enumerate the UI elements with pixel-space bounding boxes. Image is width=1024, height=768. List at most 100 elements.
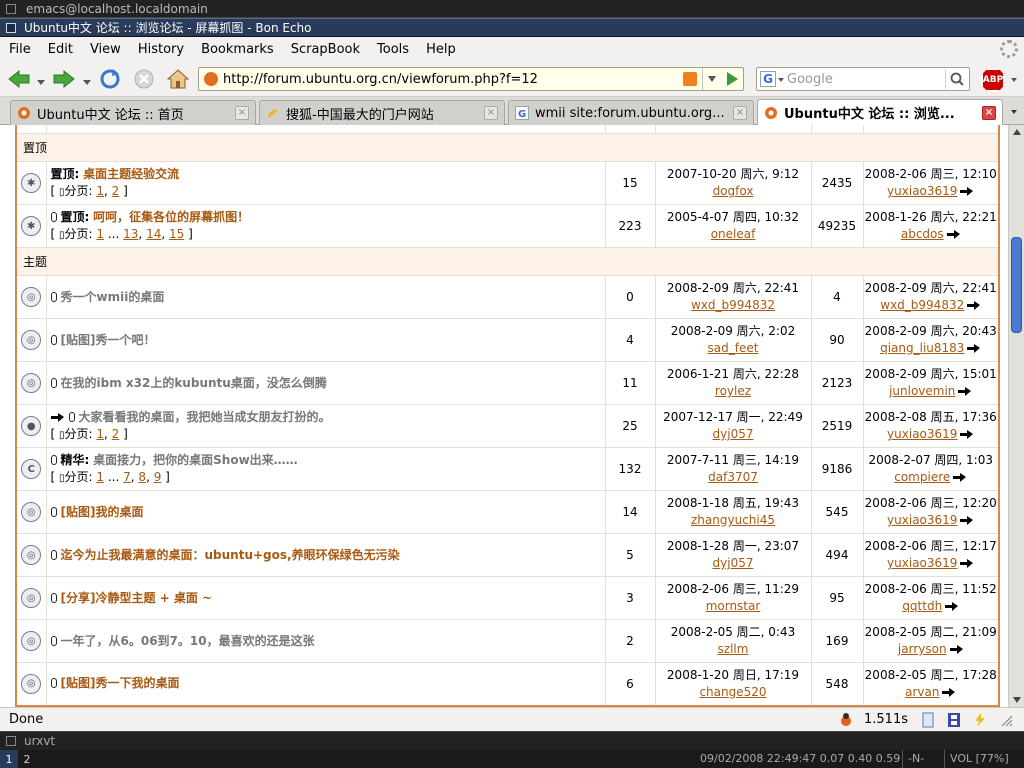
adblock-plus-button[interactable]: ABP	[981, 68, 1005, 92]
vertical-scrollbar[interactable]	[1008, 125, 1024, 707]
menu-history[interactable]: History	[129, 42, 192, 57]
rss-feed-icon[interactable]	[683, 72, 697, 86]
page-link[interactable]: 1	[96, 227, 104, 241]
page-link[interactable]: 1	[96, 184, 104, 198]
url-history-dropdown[interactable]	[708, 76, 716, 82]
menu-view[interactable]: View	[81, 42, 129, 57]
goto-last-post-icon[interactable]	[958, 387, 972, 396]
page-link[interactable]: 2	[112, 427, 120, 441]
topic-title-link[interactable]: [贴图]秀一个吧！	[61, 333, 156, 347]
goto-last-post-icon[interactable]	[960, 430, 974, 439]
goto-last-post-icon[interactable]	[967, 301, 981, 310]
page-link[interactable]: 7	[123, 470, 131, 484]
topic-author-link[interactable]: change520	[699, 685, 766, 699]
scroll-down-arrow-icon[interactable]	[1013, 697, 1021, 703]
topic-author-link[interactable]: dogfox	[713, 184, 754, 198]
topic-author-link[interactable]: mornstar	[706, 599, 761, 613]
menu-tools[interactable]: Tools	[368, 42, 417, 57]
last-post-user-link[interactable]: yuxiao3619	[887, 513, 957, 527]
page-link[interactable]: 15	[169, 227, 184, 241]
lightning-icon[interactable]	[972, 712, 988, 728]
goto-last-post-icon[interactable]	[945, 602, 959, 611]
page-link[interactable]: 13	[123, 227, 138, 241]
back-button[interactable]	[6, 67, 32, 91]
topic-author-link[interactable]: zhangyuchi45	[691, 513, 775, 527]
page-link[interactable]: 2	[112, 184, 120, 198]
last-post-user-link[interactable]: compiere	[894, 470, 950, 484]
tab-close-icon[interactable]: ×	[235, 106, 249, 120]
goto-last-post-icon[interactable]	[953, 473, 967, 482]
topic-title-link[interactable]: [分享]冷静型主题 + 桌面 ~	[61, 591, 213, 605]
last-post-user-link[interactable]: yuxiao3619	[887, 556, 957, 570]
go-button[interactable]	[727, 72, 738, 86]
tab-ubuntu-home[interactable]: Ubuntu中文 论坛 :: 首页 ×	[10, 100, 256, 125]
goto-last-post-icon[interactable]	[967, 344, 981, 353]
topic-author-link[interactable]: sad_feet	[708, 341, 759, 355]
engine-dropdown-icon[interactable]	[778, 78, 784, 82]
forward-history-dropdown[interactable]	[83, 75, 91, 85]
page-link[interactable]: 14	[146, 227, 161, 241]
topic-title-link[interactable]: [贴图]我的桌面	[61, 505, 144, 519]
menu-file[interactable]: File	[0, 42, 39, 57]
goto-last-post-icon[interactable]	[960, 559, 974, 568]
topic-author-link[interactable]: dyj057	[713, 556, 754, 570]
film-strip-icon[interactable]	[946, 712, 962, 728]
topic-title-link[interactable]: 迄今为止我最满意的桌面：ubuntu+gos,养眼环保绿色无污染	[61, 548, 400, 562]
goto-last-post-icon[interactable]	[946, 230, 961, 239]
topic-author-link[interactable]: oneleaf	[711, 227, 756, 241]
search-input[interactable]	[787, 70, 937, 88]
topic-title-link[interactable]: 桌面主题经验交流	[83, 167, 179, 181]
page-link[interactable]: 1	[96, 427, 104, 441]
topic-author-link[interactable]: szllm	[718, 642, 749, 656]
topic-title-link[interactable]: 桌面接力，把你的桌面Show出来……	[93, 453, 298, 467]
search-button[interactable]	[945, 69, 967, 89]
topic-title-link[interactable]: 在我的ibm x32上的kubuntu桌面，没怎么倒腾	[61, 376, 327, 390]
tab-close-icon[interactable]: ×	[982, 105, 996, 120]
tab-close-icon[interactable]: ×	[484, 106, 498, 120]
goto-last-post-icon[interactable]	[949, 645, 964, 654]
scroll-up-arrow-icon[interactable]	[1013, 129, 1021, 135]
url-input[interactable]	[223, 70, 673, 88]
last-post-user-link[interactable]: junlovemin	[889, 384, 955, 398]
topic-author-link[interactable]: dyj057	[713, 427, 754, 441]
topic-title-link[interactable]: 秀一个wmii的桌面	[61, 290, 165, 304]
topic-title-link[interactable]: 大家看看我的桌面，我把她当成女朋友打扮的。	[79, 410, 331, 424]
goto-last-post-icon[interactable]	[960, 516, 974, 525]
tab-sohu[interactable]: 搜狐-中国最大的门户网站 ×	[259, 100, 505, 125]
page-link[interactable]: 9	[154, 470, 162, 484]
stop-button[interactable]	[131, 67, 157, 91]
topic-title-link[interactable]: 一年了，从6。06到7。10，最喜欢的还是这张	[61, 634, 315, 648]
menu-edit[interactable]: Edit	[39, 42, 81, 57]
goto-last-post-icon[interactable]	[942, 687, 956, 697]
topic-author-link[interactable]: wxd_b994832	[691, 298, 775, 312]
topic-author-link[interactable]: roylez	[715, 384, 751, 398]
tab-close-icon[interactable]: ×	[733, 106, 747, 120]
last-post-user-link[interactable]: arvan	[905, 685, 939, 699]
last-post-user-link[interactable]: qqttdh	[902, 599, 942, 613]
last-post-user-link[interactable]: qiang_liu8183	[880, 341, 964, 355]
goto-last-post-icon[interactable]	[960, 187, 974, 196]
tab-list-dropdown-icon[interactable]	[1011, 110, 1017, 114]
topic-title-link[interactable]: [贴图]秀一下我的桌面	[61, 676, 180, 690]
topic-title-link[interactable]: 呵呵，征集各位的屏幕抓图！	[93, 210, 249, 224]
menu-scrapbook[interactable]: ScrapBook	[282, 42, 368, 57]
tab-ubuntu-forum-active[interactable]: Ubuntu中文 论坛 :: 浏览... ×	[757, 99, 1003, 125]
url-bar[interactable]	[198, 67, 744, 91]
page-link[interactable]: 1	[96, 470, 104, 484]
google-engine-icon[interactable]: G	[760, 71, 776, 87]
menu-bookmarks[interactable]: Bookmarks	[192, 42, 282, 57]
last-post-user-link[interactable]: wxd_b994832	[880, 298, 964, 312]
last-post-user-link[interactable]: yuxiao3619	[887, 427, 957, 441]
reload-button[interactable]	[97, 67, 123, 91]
adblock-dropdown-icon[interactable]	[1011, 78, 1017, 82]
scrollbar-thumb[interactable]	[1011, 237, 1022, 333]
tab-google-search[interactable]: G wmii site:forum.ubuntu.org... ×	[508, 100, 754, 125]
last-post-user-link[interactable]: abcdos	[901, 227, 944, 241]
firebug-icon[interactable]	[838, 712, 854, 728]
last-post-user-link[interactable]: jarryson	[898, 642, 947, 656]
page-info-icon[interactable]	[920, 712, 936, 728]
wm-tag-1[interactable]: 1	[0, 750, 18, 768]
home-button[interactable]	[165, 67, 191, 91]
forward-button[interactable]	[51, 67, 77, 91]
search-bar[interactable]: G	[756, 67, 970, 91]
